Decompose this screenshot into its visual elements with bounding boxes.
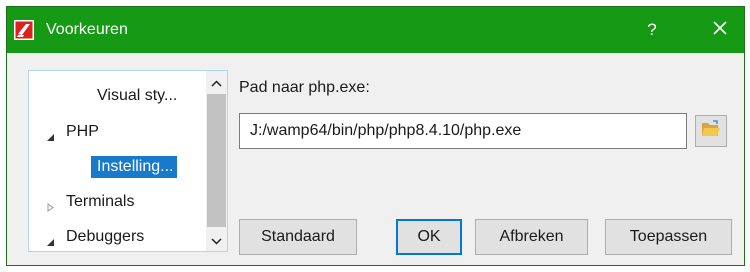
tree-item-label: Visual sty... bbox=[97, 87, 178, 104]
browse-button[interactable] bbox=[695, 115, 727, 147]
tree-item-debuggers[interactable]: Debuggers bbox=[29, 224, 206, 251]
tree-item-label: Instelling... bbox=[91, 156, 178, 178]
standaard-button[interactable]: Standaard bbox=[239, 219, 357, 255]
settings-tree[interactable]: Visual sty... PHP Instelling... Terminal… bbox=[28, 70, 228, 252]
preferences-dialog: Voorkeuren ? Visual sty... PHP Instellin… bbox=[6, 6, 745, 266]
expanded-arrow-icon[interactable] bbox=[46, 129, 55, 147]
scroll-down-button[interactable] bbox=[206, 231, 227, 251]
php-path-input[interactable] bbox=[239, 113, 687, 149]
afbreken-button[interactable]: Afbreken bbox=[475, 219, 588, 255]
tree-item-php[interactable]: PHP bbox=[29, 119, 206, 147]
close-button[interactable] bbox=[697, 7, 743, 53]
ok-button[interactable]: OK bbox=[396, 219, 462, 255]
tree-item-label: Debuggers bbox=[66, 228, 145, 245]
scroll-up-button[interactable] bbox=[206, 73, 227, 93]
help-button[interactable]: ? bbox=[627, 7, 677, 53]
window-title: Voorkeuren bbox=[46, 21, 128, 38]
tree-item-instellingen[interactable]: Instelling... bbox=[29, 154, 206, 182]
toepassen-button[interactable]: Toepassen bbox=[605, 219, 732, 255]
tree-item-terminals[interactable]: Terminals bbox=[29, 189, 206, 217]
tree-scrollbar[interactable] bbox=[206, 71, 227, 251]
app-logo-icon bbox=[14, 20, 34, 40]
tree-item-label: Terminals bbox=[66, 193, 135, 210]
expanded-arrow-icon[interactable] bbox=[46, 234, 55, 251]
tree-item-visual-style[interactable]: Visual sty... bbox=[29, 83, 206, 111]
scroll-thumb[interactable] bbox=[207, 94, 226, 227]
tree-item-label: PHP bbox=[66, 123, 99, 140]
collapsed-arrow-icon[interactable] bbox=[46, 199, 55, 217]
close-icon bbox=[712, 20, 728, 41]
php-path-label: Pad naar php.exe: bbox=[239, 79, 370, 96]
folder-open-icon bbox=[701, 119, 721, 143]
chevron-down-icon bbox=[211, 232, 222, 250]
title-bar[interactable]: Voorkeuren ? bbox=[7, 7, 744, 53]
chevron-up-icon bbox=[211, 74, 222, 92]
